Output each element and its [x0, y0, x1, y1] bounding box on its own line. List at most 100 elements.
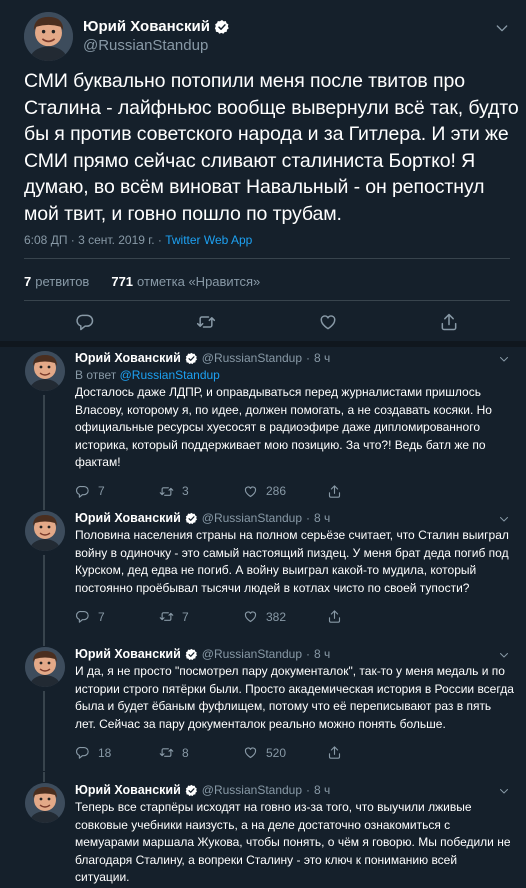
like-count: 286 — [266, 484, 287, 498]
reply-text: Половина населения страны на полном серь… — [75, 528, 509, 595]
in-reply-to: В ответ @RussianStandup — [75, 368, 514, 382]
reply-tweet[interactable]: Юрий Хованский @RussianStandup · 8 ч Пол… — [0, 500, 526, 637]
chevron-down-icon[interactable] — [498, 513, 510, 525]
tweet-source[interactable]: Twitter Web App — [165, 233, 252, 247]
reply-tweet[interactable]: Юрий Хованский @RussianStandup · 8 ч В о… — [0, 351, 526, 502]
reply-text: И да, я не просто "посмотрел пару докуме… — [75, 664, 514, 731]
reply-time[interactable]: 8 ч — [314, 647, 330, 661]
thread-separator — [0, 341, 526, 347]
author-handle[interactable]: @RussianStandup — [202, 647, 302, 661]
likes-count: 771 — [111, 274, 134, 289]
share-action[interactable] — [327, 609, 411, 624]
in-reply-prefix: В ответ — [75, 368, 120, 382]
retweet-icon[interactable] — [196, 312, 216, 332]
heart-icon[interactable] — [318, 312, 338, 332]
reply-text: Досталось даже ЛДПР, и оправдываться пер… — [75, 385, 492, 469]
thread-line — [43, 636, 45, 646]
reply-header: Юрий Хованский @RussianStandup · 8 ч — [75, 647, 514, 661]
thread-line — [43, 500, 45, 510]
retweets-stat[interactable]: 7 ретвитов — [24, 274, 89, 289]
separator-dot: · — [306, 647, 311, 661]
author-handle[interactable]: @RussianStandup — [83, 37, 230, 54]
author-block: Юрий Хованский @RussianStandup — [83, 18, 230, 54]
share-icon[interactable] — [439, 312, 459, 332]
reply-actions: 18 8 520 — [75, 745, 514, 760]
reply-icon[interactable] — [75, 312, 95, 332]
reply-header: Юрий Хованский @RussianStandup · 8 ч — [75, 351, 514, 365]
retweet-icon — [159, 484, 174, 499]
like-count: 520 — [266, 745, 287, 760]
main-tweet: Юрий Хованский @RussianStandup СМИ буква… — [0, 0, 526, 340]
reply-action[interactable]: 7 — [75, 484, 159, 499]
verified-badge-icon — [185, 512, 198, 525]
author-display-name[interactable]: Юрий Хованский — [75, 647, 181, 661]
share-action[interactable] — [327, 484, 411, 499]
reply-tweet[interactable]: Юрий Хованский @RussianStandup · 8 ч Теп… — [0, 772, 526, 888]
avatar[interactable] — [24, 12, 73, 61]
heart-icon — [243, 484, 258, 499]
verified-badge-icon — [214, 19, 230, 35]
likes-stat[interactable]: 771 отметка «Нравится» — [111, 274, 260, 289]
thread-line — [43, 395, 45, 502]
share-icon — [327, 609, 342, 624]
tweet-timestamp[interactable]: 6:08 ДП · 3 сент. 2019 г. · — [24, 233, 165, 247]
retweet-icon — [159, 745, 174, 760]
reply-count: 7 — [98, 484, 105, 498]
chevron-down-icon[interactable] — [498, 353, 510, 365]
tweet-meta: 6:08 ДП · 3 сент. 2019 г. · Twitter Web … — [24, 233, 252, 247]
retweets-label: ретвитов — [35, 274, 90, 289]
like-action[interactable]: 382 — [243, 609, 327, 624]
avatar[interactable] — [25, 783, 65, 823]
reply-icon — [75, 484, 90, 499]
reply-action[interactable]: 18 — [75, 745, 159, 760]
retweet-action[interactable]: 3 — [159, 484, 243, 499]
verified-badge-icon — [185, 648, 198, 661]
chevron-down-icon[interactable] — [498, 785, 510, 797]
verified-badge-icon — [185, 352, 198, 365]
share-icon — [327, 745, 342, 760]
likes-label: отметка «Нравится» — [137, 274, 261, 289]
author-handle[interactable]: @RussianStandup — [202, 351, 302, 365]
divider — [24, 300, 510, 301]
author-display-name[interactable]: Юрий Хованский — [75, 783, 181, 797]
thread-line — [43, 772, 45, 782]
chevron-down-icon[interactable] — [494, 20, 510, 36]
reply-count: 7 — [98, 609, 105, 624]
separator-dot: · — [306, 511, 311, 525]
reply-count: 18 — [98, 745, 112, 760]
divider — [24, 258, 510, 259]
reply-time[interactable]: 8 ч — [314, 783, 330, 797]
heart-icon — [243, 609, 258, 624]
reply-action[interactable]: 7 — [75, 609, 159, 624]
retweet-icon — [159, 609, 174, 624]
tweet-stats: 7 ретвитов 771 отметка «Нравится» — [24, 274, 260, 289]
author-handle[interactable]: @RussianStandup — [202, 783, 302, 797]
author-display-name[interactable]: Юрий Хованский — [75, 351, 181, 365]
verified-badge-icon — [185, 784, 198, 797]
author-display-name[interactable]: Юрий Хованский — [83, 18, 210, 35]
reply-time[interactable]: 8 ч — [314, 511, 330, 525]
like-action[interactable]: 286 — [243, 484, 327, 499]
avatar[interactable] — [25, 351, 65, 391]
reply-header: Юрий Хованский @RussianStandup · 8 ч — [75, 783, 514, 797]
avatar[interactable] — [25, 647, 65, 687]
retweet-action[interactable]: 8 — [159, 745, 243, 760]
reply-actions: 7 3 286 — [75, 484, 514, 499]
retweet-count: 7 — [182, 609, 189, 624]
retweets-count: 7 — [24, 274, 32, 289]
like-action[interactable]: 520 — [243, 745, 327, 760]
reply-header: Юрий Хованский @RussianStandup · 8 ч — [75, 511, 514, 525]
in-reply-handle-link[interactable]: @RussianStandup — [120, 368, 220, 382]
like-count: 382 — [266, 609, 287, 624]
reply-text: Теперь все старпёры исходят на говно из-… — [75, 800, 511, 884]
share-action[interactable] — [327, 745, 411, 760]
chevron-down-icon[interactable] — [498, 649, 510, 661]
main-tweet-actions — [24, 312, 510, 336]
author-display-name[interactable]: Юрий Хованский — [75, 511, 181, 525]
author-handle[interactable]: @RussianStandup — [202, 511, 302, 525]
reply-tweet[interactable]: Юрий Хованский @RussianStandup · 8 ч И д… — [0, 636, 526, 771]
reply-time[interactable]: 8 ч — [314, 351, 330, 365]
avatar[interactable] — [25, 511, 65, 551]
retweet-action[interactable]: 7 — [159, 609, 243, 624]
separator-dot: · — [306, 783, 311, 797]
